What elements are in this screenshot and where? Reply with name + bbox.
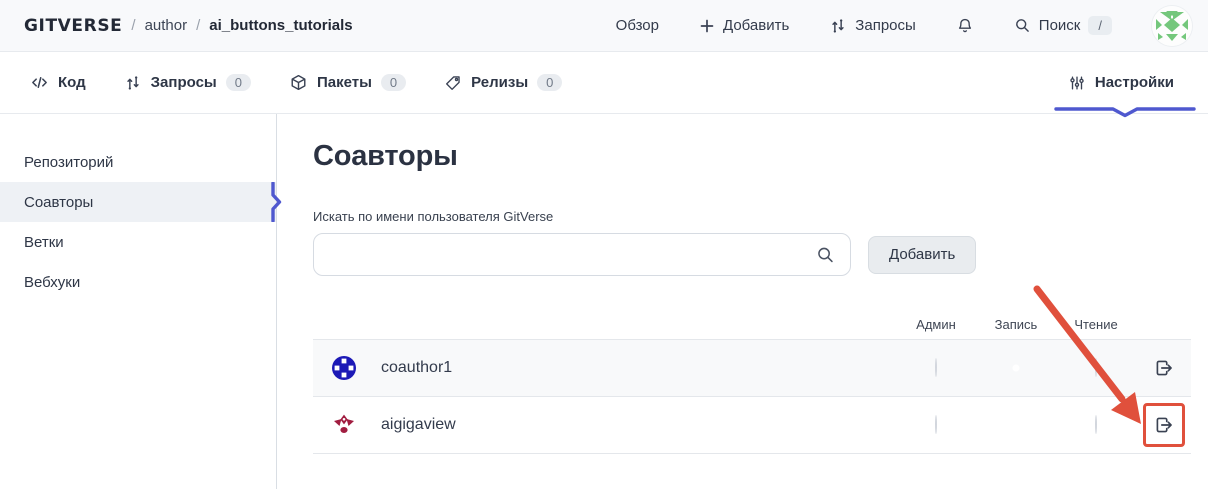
sidebar-item-label: Соавторы [24,194,93,211]
read-radio-cell [1056,416,1136,434]
username-link[interactable]: aigigaview [381,416,456,434]
nav-requests[interactable]: Запросы [829,17,916,35]
search-icon [1014,17,1031,34]
table-row: aigigaview [313,397,1191,454]
search-trigger[interactable]: Поиск / [1014,16,1112,35]
content-area: Репозиторий Соавторы Ветки Вебхуки Соавт… [0,114,1208,489]
avatar-identicon-blue [331,355,357,381]
radio-read[interactable] [1095,415,1097,434]
tab-requests-label: Запросы [151,74,217,91]
repo-nav: Код Запросы 0 Пакеты 0 Релизы 0 [0,52,1208,114]
tab-settings-label: Настройки [1095,74,1174,91]
table-header: Админ Запись Чтение [313,314,1191,340]
radio-admin[interactable] [935,358,937,377]
tag-icon [444,74,462,92]
user-cell: coauthor1 [313,355,896,381]
add-collaborator-button[interactable]: Добавить [868,236,976,274]
sidebar-item-webhooks[interactable]: Вебхуки [0,262,276,302]
tab-packages-label: Пакеты [317,74,372,91]
tab-releases-label: Релизы [471,74,528,91]
releases-count-badge: 0 [537,74,562,91]
table-row: coauthor1 [313,340,1191,397]
breadcrumb-separator: / [196,17,200,34]
nav-add[interactable]: Добавить [699,17,789,34]
breadcrumb-owner[interactable]: author [145,17,188,34]
collaborator-search-input[interactable] [313,233,851,276]
search-field-label: Искать по имени пользователя GitVerse [313,209,1192,224]
action-cell [1136,413,1191,437]
search-icon [816,245,835,264]
nav-requests-label: Запросы [855,17,916,34]
remove-collaborator-icon[interactable] [1152,356,1176,380]
pull-request-icon [829,17,847,35]
tab-code[interactable]: Код [30,52,86,113]
nav-overview[interactable]: Обзор [616,17,659,34]
sidebar-item-label: Репозиторий [24,154,113,171]
user-cell: aigigaview [313,412,896,438]
gitverse-logo[interactable]: GITVERSE [24,16,122,36]
admin-radio-cell [896,416,976,434]
tab-releases[interactable]: Релизы 0 [444,52,562,113]
sidebar-item-repository[interactable]: Репозиторий [0,142,276,182]
column-header-admin: Админ [896,317,976,332]
top-nav: Обзор Добавить Запросы [616,6,1192,46]
read-radio-cell [1056,359,1136,377]
sidebar-item-label: Ветки [24,234,64,251]
search-shortcut-key: / [1088,16,1112,35]
action-cell [1136,356,1191,380]
plus-icon [699,18,715,34]
breadcrumb-repo[interactable]: ai_buttons_tutorials [209,17,352,34]
remove-collaborator-icon[interactable] [1152,413,1176,437]
search-row: Добавить [313,233,1192,276]
admin-radio-cell [896,359,976,377]
sidebar-item-coauthors[interactable]: Соавторы [0,182,276,222]
username-link[interactable]: coauthor1 [381,359,452,377]
radio-admin[interactable] [935,415,937,434]
sidebar-item-branches[interactable]: Ветки [0,222,276,262]
code-icon [30,73,49,92]
radio-read[interactable] [1095,358,1097,377]
nav-overview-label: Обзор [616,17,659,34]
tab-settings[interactable]: Настройки [1068,52,1174,113]
tab-packages[interactable]: Пакеты 0 [289,52,406,113]
main-panel: Соавторы Искать по имени пользователя Gi… [277,114,1208,489]
avatar-identicon-maroon [331,412,357,438]
column-header-write: Запись [976,317,1056,332]
pull-request-icon [124,74,142,92]
settings-sidebar: Репозиторий Соавторы Ветки Вебхуки [0,114,277,489]
user-avatar[interactable] [1152,6,1192,46]
collaborators-table: Админ Запись Чтение coauthor1 [313,314,1191,454]
requests-count-badge: 0 [226,74,251,91]
page-title: Соавторы [313,140,1192,173]
column-header-read: Чтение [1056,317,1136,332]
search-label: Поиск [1039,17,1081,34]
search-input-wrap [313,233,851,276]
sliders-icon [1068,74,1086,92]
package-icon [289,73,308,92]
notifications-button[interactable] [956,17,974,35]
breadcrumb-separator: / [131,17,135,34]
top-bar: GITVERSE / author / ai_buttons_tutorials… [0,0,1208,52]
bell-icon [956,17,974,35]
nav-add-label: Добавить [723,17,789,34]
tab-requests[interactable]: Запросы 0 [124,52,251,113]
packages-count-badge: 0 [381,74,406,91]
avatar-identicon-green [1152,6,1192,46]
tab-code-label: Код [58,74,86,91]
sidebar-item-label: Вебхуки [24,274,80,291]
